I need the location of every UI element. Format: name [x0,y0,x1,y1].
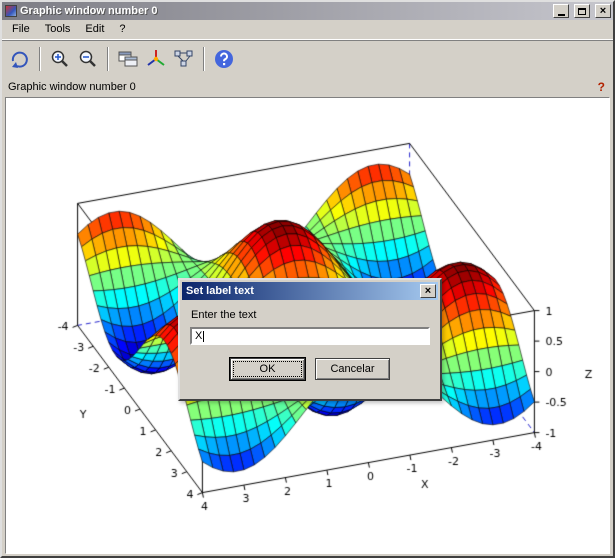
zoom-out-button[interactable] [74,45,102,73]
ok-button[interactable]: OK [230,358,305,380]
rotate-button[interactable] [6,45,34,73]
infobar: Graphic window number 0 ? [2,77,613,97]
dialog-titlebar[interactable]: Set label text × [182,282,438,300]
menu-help[interactable]: ? [113,21,134,38]
zoom-in-button[interactable] [46,45,74,73]
text-caret [203,331,204,342]
set-label-dialog: Set label text × Enter the text X OK Can… [178,278,442,401]
minimize-button[interactable] [553,4,569,18]
zoom-in-icon [49,48,71,70]
toolbar-separator [203,47,205,71]
figure-editor-icon [117,48,139,70]
dialog-prompt: Enter the text [191,309,430,321]
dialog-body: Enter the text X OK Cancelar [182,300,438,380]
dialog-buttons: OK Cancelar [190,358,430,380]
window-titlebar[interactable]: Graphic window number 0 × [2,2,613,20]
window-title: Graphic window number 0 [20,5,548,17]
cancel-button[interactable]: Cancelar [315,358,390,380]
label-text-value: X [195,330,202,342]
menu-tools[interactable]: Tools [39,21,80,38]
infobar-help-marker[interactable]: ? [598,80,605,94]
axes-3d-icon [145,48,167,70]
dialog-title: Set label text [186,285,418,297]
toolbar [2,39,613,77]
infobar-label: Graphic window number 0 [8,81,136,93]
dialog-close-button[interactable]: × [420,284,436,298]
graph-entities-icon [173,48,195,70]
help-icon [213,48,235,70]
minimize-icon [558,14,565,16]
close-button[interactable]: × [595,4,611,18]
graph-entities-button[interactable] [170,45,198,73]
zoom-out-icon [77,48,99,70]
rotate-icon [9,48,31,70]
help-button[interactable] [210,45,238,73]
toolbar-separator [39,47,41,71]
label-text-input[interactable]: X [190,327,430,345]
maximize-button[interactable] [574,4,590,18]
maximize-icon [578,8,586,15]
menubar: File Tools Edit ? [2,20,613,39]
graphic-window: Graphic window number 0 × File Tools Edi… [0,0,615,558]
toolbar-separator [107,47,109,71]
app-icon [5,5,17,17]
figure-editor-button[interactable] [114,45,142,73]
menu-edit[interactable]: Edit [79,21,113,38]
menu-file[interactable]: File [6,21,39,38]
axes-3d-button[interactable] [142,45,170,73]
